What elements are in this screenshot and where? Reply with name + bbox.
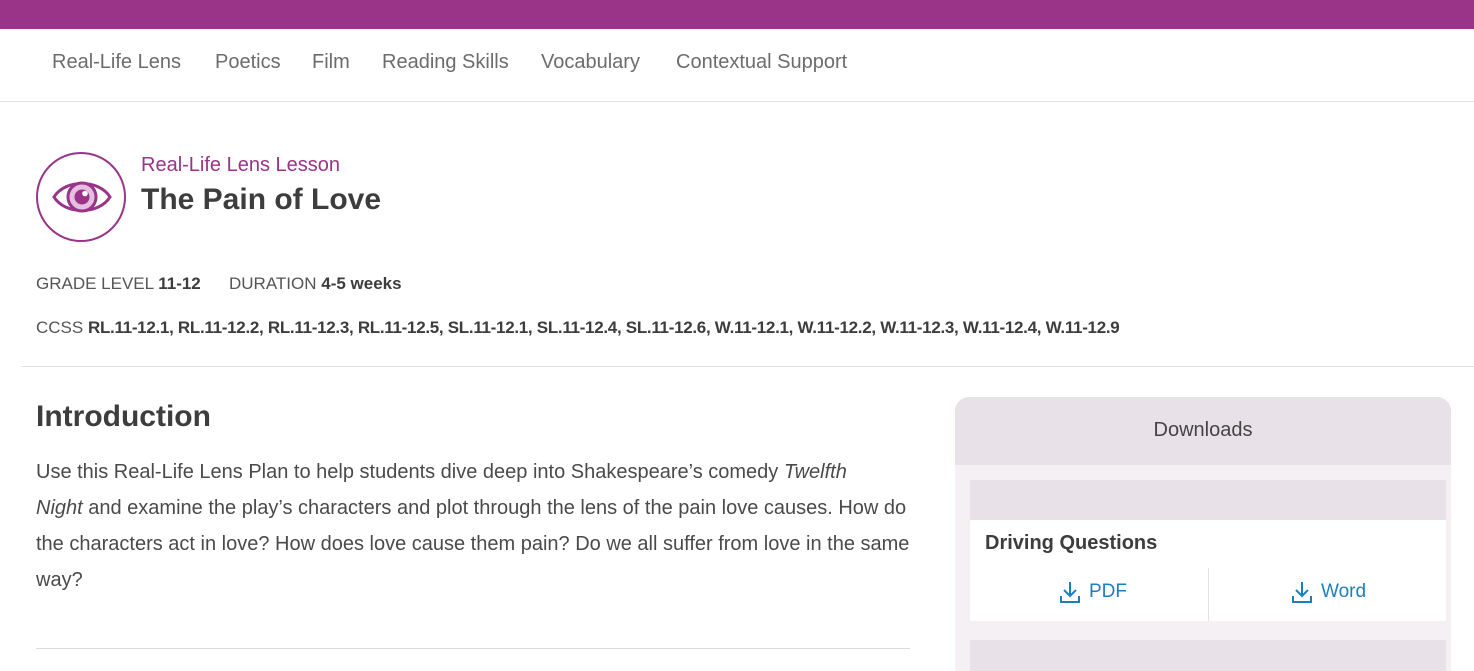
download-icon — [1292, 582, 1312, 603]
nav-reading-skills[interactable]: Reading Skills — [382, 51, 509, 74]
nav-poetics[interactable]: Poetics — [215, 51, 281, 74]
nav-vocabulary[interactable]: Vocabulary — [541, 51, 640, 74]
intro-text-part-1: Use this Real-Life Lens Plan to help stu… — [36, 461, 784, 483]
nav-film[interactable]: Film — [312, 51, 350, 74]
grade-level-value: 11-12 — [158, 274, 201, 293]
intro-title-em-1: Twelfth — [783, 461, 847, 483]
ccss-codes: RL.11-12.1, RL.11-12.2, RL.11-12.3, RL.1… — [87, 318, 1120, 337]
intro-text-part-2: and examine the play’s characters and pl… — [36, 497, 910, 591]
download-pdf-button[interactable]: PDF — [1059, 580, 1127, 604]
download-item-title: Driving Questions — [985, 532, 1158, 554]
download-icon — [1060, 582, 1080, 603]
introduction-heading: Introduction — [36, 400, 211, 433]
download-link-divider — [1208, 568, 1209, 621]
grade-level: GRADE LEVEL 11-12 — [36, 274, 201, 294]
grade-level-label: GRADE LEVEL — [36, 274, 154, 293]
downloads-spacer — [970, 480, 1446, 520]
duration: DURATION 4-5 weeks — [229, 274, 402, 294]
section-nav: Real-Life Lens Poetics Film Reading Skil… — [0, 29, 1474, 102]
duration-label: DURATION — [229, 274, 317, 293]
ccss-standards: CCSS RL.11-12.1, RL.11-12.2, RL.11-12.3,… — [36, 318, 1120, 338]
intro-divider — [36, 648, 910, 649]
page-title: The Pain of Love — [141, 183, 382, 216]
downloads-panel: Downloads Driving Questions PDF Word — [955, 397, 1451, 671]
download-word-button[interactable]: Word — [1291, 580, 1366, 604]
lesson-type-label: Real-Life Lens Lesson — [141, 154, 341, 176]
downloads-next-item — [970, 640, 1446, 671]
downloads-header: Downloads — [955, 397, 1451, 465]
download-pdf-label: PDF — [1089, 581, 1127, 602]
nav-contextual-support[interactable]: Contextual Support — [676, 51, 847, 74]
ccss-label: CCSS — [36, 318, 84, 337]
section-divider — [21, 366, 1474, 367]
download-item: Driving Questions PDF Word — [970, 520, 1446, 621]
top-brand-bar — [0, 0, 1474, 29]
intro-title-em-2: Night — [36, 497, 83, 519]
download-word-label: Word — [1321, 581, 1367, 602]
introduction-text: Use this Real-Life Lens Plan to help stu… — [36, 454, 921, 598]
downloads-heading: Downloads — [1153, 419, 1253, 441]
eye-icon — [36, 152, 126, 242]
nav-real-life-lens[interactable]: Real-Life Lens — [52, 51, 181, 74]
duration-value: 4-5 weeks — [321, 274, 402, 293]
